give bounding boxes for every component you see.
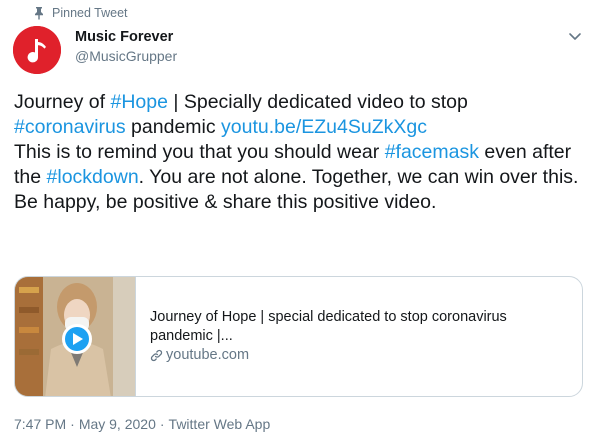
tweet-date[interactable]: May 9, 2020: [79, 416, 156, 432]
video-thumbnail[interactable]: [15, 277, 136, 396]
music-note-icon: [13, 26, 61, 74]
separator: ·: [159, 416, 165, 432]
tweet-meta: 7:47 PM · May 9, 2020 · Twitter Web App: [14, 416, 270, 432]
pinned-text: Pinned Tweet: [52, 6, 128, 20]
hashtag-hope[interactable]: #Hope: [110, 91, 167, 113]
card-domain: youtube.com: [150, 346, 507, 365]
card-text[interactable]: Journey of Hope | special dedicated to s…: [136, 277, 521, 396]
pin-icon: [35, 7, 43, 20]
hashtag-facemask[interactable]: #facemask: [385, 141, 479, 163]
card-title-line: pandemic |...: [150, 328, 233, 344]
avatar[interactable]: [13, 26, 61, 74]
tweet-text: Journey of #Hope | Specially dedicated v…: [14, 90, 584, 215]
tweet-text-part: | Specially dedicated video to stop: [167, 91, 468, 113]
pinned-tweet-label: Pinned Tweet: [35, 5, 128, 21]
video-link[interactable]: youtu.be/EZu4SuZkXgc: [221, 116, 427, 138]
card-domain-text: youtube.com: [166, 347, 250, 363]
tweet-text-part: pandemic: [125, 116, 222, 138]
chevron-down-icon[interactable]: [567, 28, 583, 44]
hashtag-coronavirus[interactable]: #coronavirus: [14, 116, 126, 138]
play-icon: [73, 333, 83, 345]
tweet-text-part: This is to remind you that you should we…: [14, 141, 385, 163]
link-preview-card[interactable]: Journey of Hope | special dedicated to s…: [14, 276, 583, 397]
hashtag-lockdown[interactable]: #lockdown: [47, 166, 139, 188]
card-title-line: Journey of Hope | special dedicated to s…: [150, 309, 507, 325]
separator: ·: [70, 416, 75, 432]
play-button[interactable]: [62, 324, 92, 354]
display-name[interactable]: Music Forever: [75, 28, 177, 46]
author-block[interactable]: Music Forever @MusicGrupper: [75, 28, 177, 66]
user-handle[interactable]: @MusicGrupper: [75, 46, 177, 66]
tweet-text-part: Journey of: [14, 91, 111, 113]
link-icon: [150, 349, 163, 362]
tweet-source[interactable]: Twitter Web App: [169, 416, 271, 432]
tweet-time[interactable]: 7:47 PM: [14, 416, 66, 432]
